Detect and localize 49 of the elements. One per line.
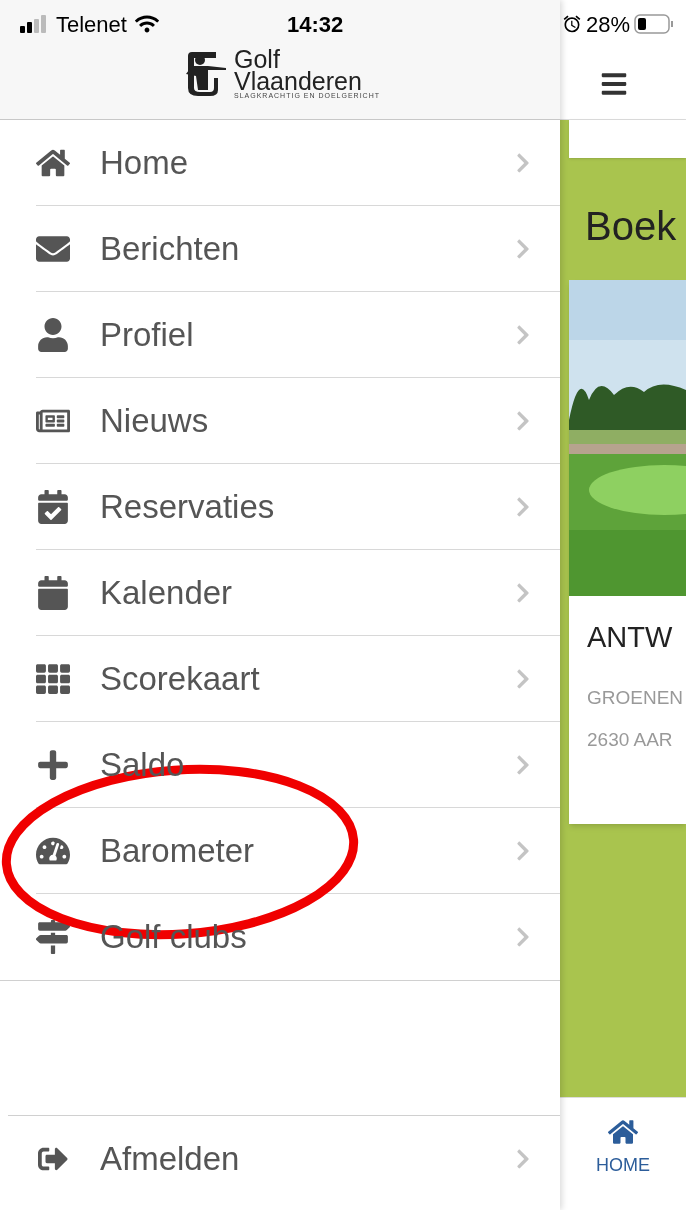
clock-time: 14:32 — [286, 10, 344, 39]
menu-item-label: Nieuws — [100, 401, 210, 442]
chevron-icon — [516, 410, 530, 432]
logo-text: Golf — [234, 48, 280, 70]
menu-item-label: Scorekaart — [100, 659, 261, 700]
section-heading: Boek — [585, 203, 678, 250]
alarm-icon — [562, 14, 582, 34]
menu-item-label: Profiel — [100, 315, 195, 356]
home-tab[interactable]: HOME — [560, 1098, 686, 1210]
calendar-icon — [36, 576, 70, 610]
menu-item[interactable]: Home — [0, 120, 560, 206]
menu-item[interactable]: Profiel — [0, 292, 560, 378]
menu-item[interactable]: Kalender — [0, 550, 560, 636]
chevron-icon — [516, 152, 530, 174]
battery-percentage: 28% — [586, 10, 631, 39]
menu-item[interactable]: Reservaties — [0, 464, 560, 550]
signpost-icon — [36, 920, 70, 954]
menu-item[interactable]: Berichten — [0, 206, 560, 292]
battery-icon — [634, 14, 675, 34]
chevron-icon — [516, 926, 530, 948]
chevron-icon — [516, 238, 530, 260]
menu-item-label: Kalender — [100, 573, 234, 614]
club-address: 2630 AAR — [587, 728, 674, 752]
carrier-name: Telenet — [56, 10, 127, 39]
club-address: GROENEN — [587, 685, 685, 710]
plus-icon — [36, 748, 70, 782]
menu-item-label: Barometer — [100, 831, 256, 872]
menu-item[interactable]: Nieuws — [0, 378, 560, 464]
wifi-icon — [134, 14, 159, 34]
chevron-icon — [516, 324, 530, 346]
chevron-icon — [516, 754, 530, 776]
menu-item[interactable]: Barometer — [0, 808, 560, 894]
chevron-icon — [516, 582, 530, 604]
chevron-icon — [516, 1148, 530, 1170]
user-icon — [36, 318, 70, 352]
chevron-icon — [516, 496, 530, 518]
calendar-check-icon — [36, 490, 70, 524]
logo-text: Vlaanderen — [234, 70, 362, 92]
logout-item[interactable]: Afmelden — [8, 1116, 560, 1202]
menu-item-label: Reservaties — [100, 487, 276, 528]
home-icon — [608, 1118, 638, 1146]
chevron-icon — [516, 840, 530, 862]
menu-item-label: Home — [100, 143, 190, 184]
chevron-icon — [516, 668, 530, 690]
grid-icon — [36, 662, 70, 696]
menu-item[interactable]: Scorekaart — [0, 636, 560, 722]
menu-item-label: Afmelden — [100, 1139, 241, 1180]
club-name: ANTW — [587, 620, 674, 655]
menu-item-label: Berichten — [100, 229, 241, 270]
